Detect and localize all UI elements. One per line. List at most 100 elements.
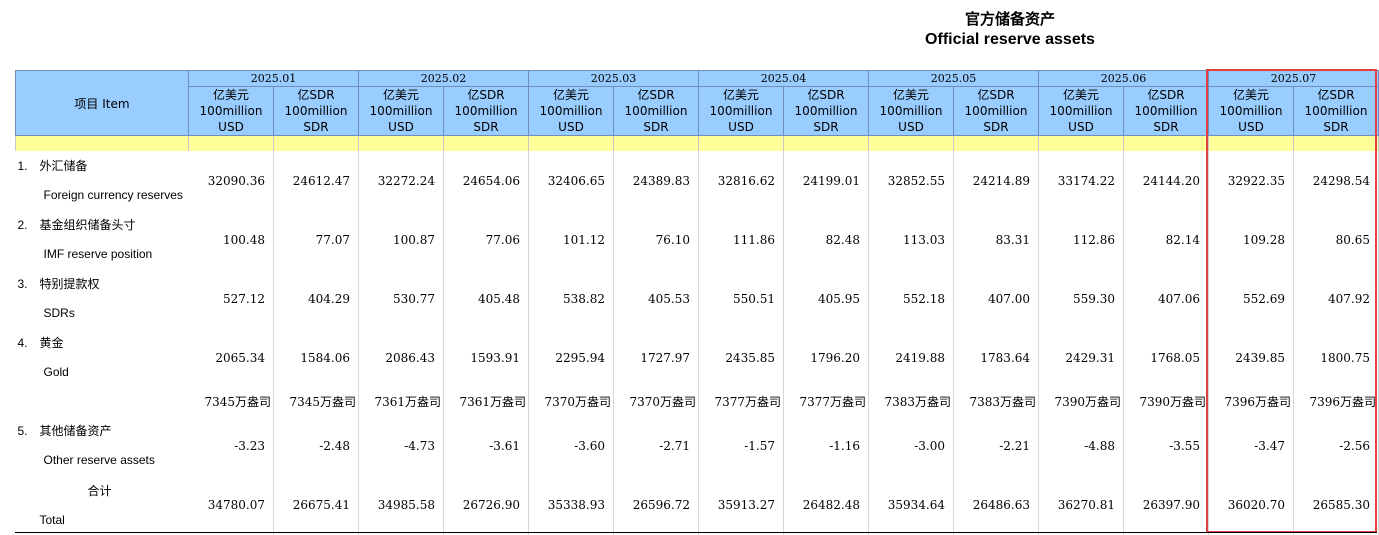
row-label-cn: 合计 [16,483,189,499]
separator-cell [443,135,529,151]
value-cell: 7345万盎司 [188,387,274,416]
unit-line: 100million [624,104,688,118]
value-cell: 33174.22 [1038,151,1124,210]
value-cell: 559.30 [1038,269,1124,328]
row-number: 5. [17,424,28,438]
value-cell: 1800.75 [1293,328,1379,387]
value-cell: 26397.90 [1123,475,1209,535]
value-cell: 26482.48 [783,475,869,535]
unit-header-usd: 亿美元 100million USD [528,86,614,136]
unit-line: 亿美元 [722,88,759,102]
value-cell: 32272.24 [358,151,444,210]
separator-cell [273,135,359,151]
unit-line: 100million [1134,104,1198,118]
unit-line: SDR [983,120,1009,134]
separator-cell [358,135,444,151]
value-cell: -3.23 [188,416,274,475]
value-cell: 7396万盎司 [1293,387,1379,416]
row-label-cn: 4. 黄金 [16,335,189,351]
value-cell: -4.88 [1038,416,1124,475]
month-header: 2025.01 [188,70,359,87]
value-cell: 7370万盎司 [528,387,614,416]
unit-line: 100million [369,104,433,118]
value-cell: 7370万盎司 [613,387,699,416]
month-header: 2025.06 [1038,70,1209,87]
row-label: 合计 Total [16,475,189,535]
row-label-cn: 1. 外汇储备 [16,158,189,174]
value-cell: 405.95 [783,269,869,328]
separator-cell [1208,135,1294,151]
month-header: 2025.05 [868,70,1039,87]
value-cell: 112.86 [1038,210,1124,269]
unit-header-sdr: 亿SDR 100million SDR [783,86,869,136]
unit-line: 亿SDR [977,88,1015,102]
table-row: 4. 黄金 Gold 2065.34 1584.06 2086.43 1593.91 2295… [16,328,1379,387]
row-label: 4. 黄金 Gold [16,328,189,387]
unit-line: 100million [1219,104,1283,118]
unit-line: 100million [454,104,518,118]
value-cell: 407.92 [1293,269,1379,328]
unit-line: USD [1238,120,1264,134]
unit-line: USD [728,120,754,134]
value-cell: 1727.97 [613,328,699,387]
value-cell: 100.48 [188,210,274,269]
value-cell: 32090.36 [188,151,274,210]
unit-line: 100million [284,104,348,118]
value-cell: 36020.70 [1208,475,1294,535]
unit-line: 亿美元 [1232,88,1269,102]
separator-cell [528,135,614,151]
value-cell: -2.21 [953,416,1039,475]
title-block: 官方储备资产 Official reserve assets [900,8,1120,50]
value-cell: 7377万盎司 [698,387,784,416]
value-cell: -3.60 [528,416,614,475]
separator-cell [613,135,699,151]
unit-line: 100million [539,104,603,118]
unit-line: USD [218,120,244,134]
value-cell: 405.53 [613,269,699,328]
row-name-cn: 外汇储备 [39,159,88,173]
unit-line: 亿美元 [892,88,929,102]
value-cell: 527.12 [188,269,274,328]
reserve-assets-table: 项目 Item 2025.01 2025.02 2025.03 2025.04 2025… [15,70,1379,535]
value-cell: 552.69 [1208,269,1294,328]
value-cell: 7383万盎司 [868,387,954,416]
separator-row [15,135,1379,151]
value-cell: 1768.05 [1123,328,1209,387]
row-name-en: Total [39,512,65,527]
unit-line: 100million [879,104,943,118]
month-header: 2025.04 [698,70,869,87]
value-cell: 80.65 [1293,210,1379,269]
value-cell: 24654.06 [443,151,529,210]
value-cell: -3.55 [1123,416,1209,475]
table-row: 合计 Total 34780.07 26675.41 34985.58 26726.90 3… [16,475,1379,535]
value-cell: 7383万盎司 [953,387,1039,416]
unit-line: SDR [813,120,839,134]
row-name-cn: 黄金 [39,336,64,350]
separator-cell [1293,135,1379,151]
table-row: 7345万盎司 7345万盎司 7361万盎司 7361万盎司 7370万盎司 7370万… [16,387,1379,416]
value-cell: 111.86 [698,210,784,269]
value-cell: 2439.85 [1208,328,1294,387]
value-cell: 7345万盎司 [273,387,359,416]
separator-cell [15,135,189,151]
row-name-en: Foreign currency reserves [43,188,183,202]
row-label-cn: 2. 基金组织储备头寸 [16,217,189,233]
value-cell: -2.56 [1293,416,1379,475]
value-cell: 24199.01 [783,151,869,210]
unit-header-sdr: 亿SDR 100million SDR [443,86,529,136]
unit-header-usd: 亿美元 100million USD [698,86,784,136]
value-cell: 26675.41 [273,475,359,535]
unit-line: SDR [643,120,669,134]
value-cell: 2086.43 [358,328,444,387]
value-cell: 404.29 [273,269,359,328]
value-cell: 2429.31 [1038,328,1124,387]
value-cell: 7390万盎司 [1123,387,1209,416]
separator-cell [188,135,274,151]
month-header: 2025.03 [528,70,699,87]
unit-header-usd: 亿美元 100million USD [1038,86,1124,136]
value-cell: 36270.81 [1038,475,1124,535]
separator-cell [868,135,954,151]
row-number: 3. [17,277,28,291]
table-body: 1. 外汇储备 Foreign currency reserves 32090.36 2… [16,151,1379,535]
value-cell: -2.48 [273,416,359,475]
